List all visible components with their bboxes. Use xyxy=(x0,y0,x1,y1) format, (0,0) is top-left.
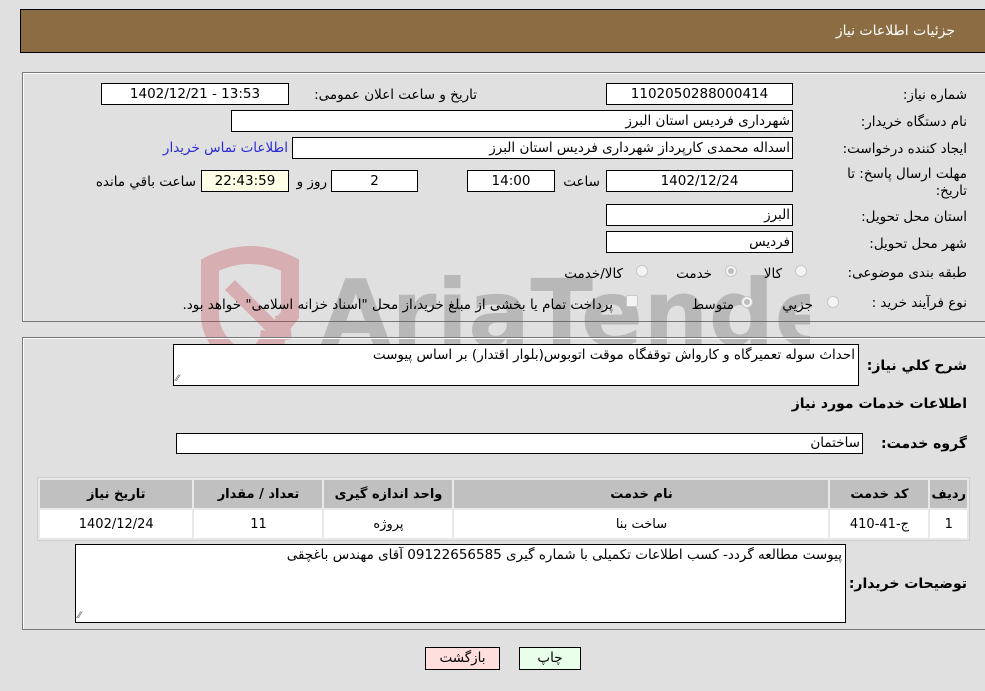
buyer-notes-label: توضیحات خریدار: xyxy=(848,576,967,592)
resize-grip-icon[interactable]: ⁄⁄ xyxy=(78,611,81,621)
service-group-field: ساختمان xyxy=(176,433,863,454)
resize-grip-icon[interactable]: ⁄⁄ xyxy=(176,374,179,384)
back-button[interactable]: بازگشت xyxy=(425,647,500,670)
col-quantity: تعداد / مقدار xyxy=(194,480,323,508)
delivery-province-label: استان محل تحویل: xyxy=(861,209,967,225)
cell-need-date: 1402/12/24 xyxy=(40,510,193,538)
requester-label: ایجاد کننده درخواست: xyxy=(842,141,967,157)
remaining-time-label: ساعت باقي مانده xyxy=(95,174,196,190)
description-label: شرح کلي نیاز: xyxy=(866,358,967,374)
buyer-contact-link[interactable]: اطلاعات تماس خریدار xyxy=(163,140,288,156)
treasury-note: پرداخت تمام یا بخشی از مبلغ خرید،از محل … xyxy=(182,297,613,313)
cell-service-name: ساخت بنا xyxy=(454,510,829,538)
delivery-city-field: فردیس xyxy=(606,231,793,253)
buyer-notes-textarea[interactable]: پیوست مطالعه گردد- کسب اطلاعات تکمیلی با… xyxy=(75,544,846,623)
col-row-number: ردیف xyxy=(930,480,967,508)
days-label: روز و xyxy=(296,174,327,190)
services-table: ردیف کد خدمت نام خدمت واحد اندازه گیری ت… xyxy=(37,477,970,541)
services-heading: اطلاعات خدمات مورد نیاز xyxy=(791,396,967,412)
category-option-goods-service: کالا/خدمت xyxy=(564,266,623,282)
print-button[interactable]: چاپ xyxy=(519,647,581,670)
delivery-province-field: البرز xyxy=(606,204,793,226)
need-number-field: 1102050288000414 xyxy=(606,83,793,105)
deadline-time-label: ساعت xyxy=(563,174,600,190)
purchase-radio-medium[interactable] xyxy=(741,296,753,308)
service-group-label: گروه خدمت: xyxy=(881,436,967,452)
col-need-date: تاریخ نیاز xyxy=(40,480,193,508)
table-header-row: ردیف کد خدمت نام خدمت واحد اندازه گیری ت… xyxy=(40,480,967,508)
purchase-option-medium: متوسط xyxy=(691,297,734,313)
cell-unit: پروژه xyxy=(324,510,453,538)
need-number-label: شماره نیاز: xyxy=(902,87,967,103)
table-row: 1 ج-41-410 ساخت بنا پروژه 11 1402/12/24 xyxy=(40,510,967,538)
page-title: جزئیات اطلاعات نیاز xyxy=(835,23,955,39)
deadline-label: مهلت ارسال پاسخ: تا تاریخ: xyxy=(847,166,967,199)
category-radio-service[interactable] xyxy=(725,265,737,277)
buyer-org-label: نام دستگاه خریدار: xyxy=(860,114,967,130)
remaining-days-field: 2 xyxy=(331,170,418,192)
purchase-type-label: نوع فرآیند خرید : xyxy=(871,295,967,311)
cell-service-code: ج-41-410 xyxy=(830,510,929,538)
cell-quantity: 11 xyxy=(194,510,323,538)
description-textarea[interactable]: احداث سوله تعمیرگاه و کارواش توقفگاه موق… xyxy=(173,344,859,386)
deadline-date-field: 1402/12/24 xyxy=(606,170,793,192)
treasury-checkbox[interactable] xyxy=(626,295,638,307)
purchase-option-minor: جزيي xyxy=(782,297,813,313)
delivery-city-label: شهر محل تحویل: xyxy=(869,236,967,252)
page-header: جزئیات اطلاعات نیاز xyxy=(20,9,985,53)
category-radio-goods-service[interactable] xyxy=(636,265,648,277)
purchase-radio-minor[interactable] xyxy=(827,296,839,308)
col-service-name: نام خدمت xyxy=(454,480,829,508)
remaining-time-field: 22:43:59 xyxy=(201,170,289,192)
col-unit: واحد اندازه گیری xyxy=(324,480,453,508)
category-option-goods: کالا xyxy=(763,266,782,282)
category-option-service: خدمت xyxy=(676,266,712,282)
buyer-notes-text: پیوست مطالعه گردد- کسب اطلاعات تکمیلی با… xyxy=(286,547,842,563)
cell-row-number: 1 xyxy=(930,510,967,538)
category-radio-goods[interactable] xyxy=(795,265,807,277)
description-text: احداث سوله تعمیرگاه و کارواش توقفگاه موق… xyxy=(372,347,855,363)
col-service-code: کد خدمت xyxy=(830,480,929,508)
buyer-org-field: شهرداری فردیس استان البرز xyxy=(231,110,793,132)
deadline-time-field: 14:00 xyxy=(467,170,555,192)
category-label: طبقه بندی موضوعی: xyxy=(847,265,967,281)
announce-datetime-field: 1402/12/21 - 13:53 xyxy=(101,83,289,105)
announce-datetime-label: تاریخ و ساعت اعلان عمومی: xyxy=(314,87,477,103)
requester-field: اسداله محمدی کارپرداز شهرداری فردیس استا… xyxy=(292,137,793,159)
